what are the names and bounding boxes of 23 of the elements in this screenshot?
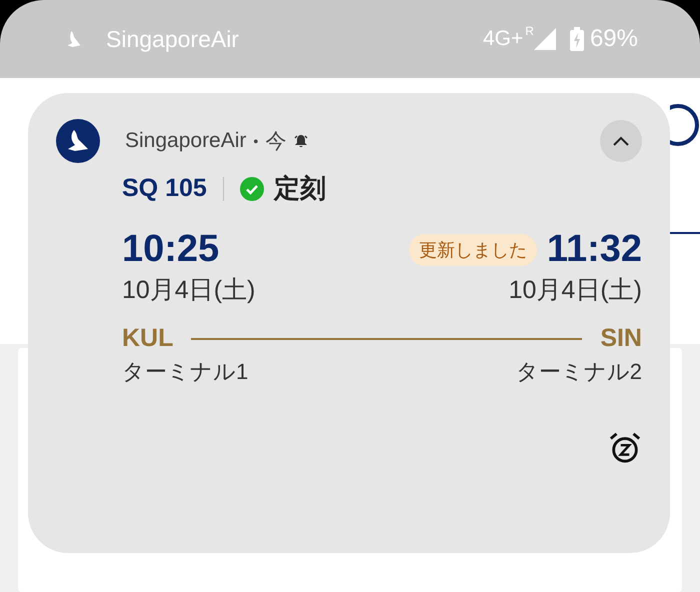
snooze-alarm-icon[interactable]	[608, 431, 642, 465]
departure-time: 10:25	[122, 228, 220, 271]
notification-card[interactable]: SingaporeAir • 今 SQ 105 定刻 10:25 更新しました 11:32 10月4日(土) 10月4日(土) KUL SIN ターミナル1 ターミナル2	[28, 93, 670, 553]
departure-airport: KUL	[122, 324, 174, 353]
separator-dot: •	[253, 133, 258, 149]
flight-status: 定刻	[274, 172, 326, 205]
notification-time: 今	[265, 129, 286, 155]
arrival-date: 10月4日(土)	[508, 275, 642, 306]
updated-badge: 更新しました	[408, 234, 537, 266]
arrival-airport: SIN	[600, 324, 642, 353]
circle-outline-icon	[670, 103, 700, 147]
airline-logo-icon	[56, 119, 100, 163]
collapse-button[interactable]	[600, 120, 642, 162]
arrival-terminal: ターミナル2	[516, 358, 642, 386]
departure-date: 10月4日(土)	[122, 275, 256, 306]
arrival-time: 11:32	[546, 228, 642, 271]
departure-terminal: ターミナル1	[122, 358, 248, 386]
signal-icon	[534, 28, 556, 50]
flight-number: SQ 105	[122, 174, 207, 203]
app-name: SingaporeAir	[125, 129, 246, 153]
bell-icon	[293, 133, 310, 149]
bird-logo-icon	[66, 29, 82, 49]
battery-charging-icon	[570, 27, 584, 51]
